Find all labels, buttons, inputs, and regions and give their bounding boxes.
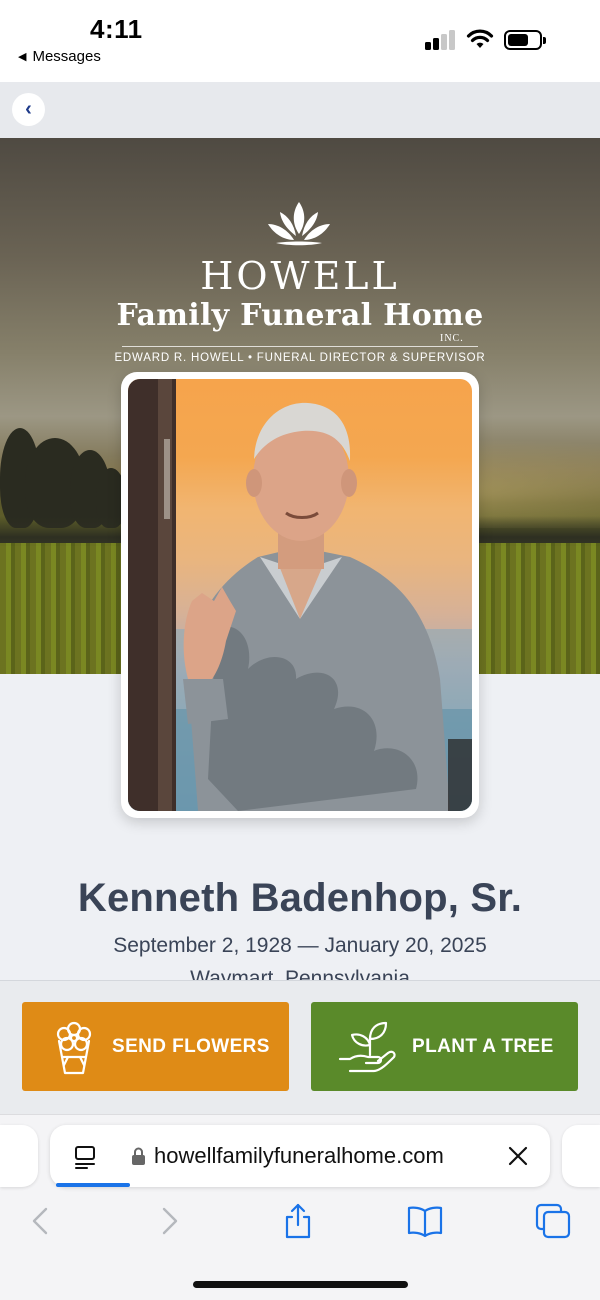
browser-toolbar: [0, 1203, 600, 1243]
address-bar[interactable]: howellfamilyfuneralhome.com: [50, 1125, 550, 1187]
page-back-button[interactable]: ‹: [12, 93, 45, 126]
battery-icon: [504, 30, 546, 50]
plant-a-tree-button[interactable]: PLANT A TREE: [311, 1002, 578, 1091]
logo-divider: [122, 346, 478, 347]
back-to-messages-button[interactable]: ◀ Messages: [18, 48, 101, 65]
plant-a-tree-label: PLANT A TREE: [412, 1035, 554, 1057]
back-triangle-icon: ◀: [18, 51, 27, 63]
home-indicator[interactable]: [193, 1281, 408, 1288]
status-time: 4:11: [90, 14, 143, 44]
lotus-icon: [268, 202, 330, 246]
send-flowers-button[interactable]: SEND FLOWERS: [22, 1002, 289, 1091]
back-arrow-icon[interactable]: [22, 1203, 58, 1239]
location: Waymart, Pennsylvania: [0, 966, 600, 980]
forward-arrow-icon[interactable]: [152, 1203, 188, 1239]
lock-icon: [132, 1147, 145, 1165]
share-icon[interactable]: [280, 1203, 316, 1239]
logo-inc: INC.: [440, 333, 464, 344]
deceased-name: Kenneth Badenhop, Sr.: [77, 876, 523, 920]
back-app-label: Messages: [32, 48, 101, 65]
send-flowers-label: SEND FLOWERS: [112, 1035, 270, 1057]
page-load-progress: [56, 1183, 130, 1187]
bookmarks-icon[interactable]: [407, 1203, 443, 1239]
close-icon[interactable]: [508, 1146, 528, 1166]
status-bar: 4:11 ◀ Messages: [0, 0, 600, 82]
life-dates: September 2, 1928 — January 20, 2025: [113, 934, 487, 957]
previous-tab-peek[interactable]: [0, 1125, 38, 1187]
location-text: Waymart, Pennsylvania: [190, 967, 410, 980]
portrait-photo[interactable]: [128, 379, 472, 811]
logo-tagline: EDWARD R. HOWELL • FUNERAL DIRECTOR & SU…: [114, 352, 486, 364]
logo-family-funeral-home: Family Funeral Home: [116, 298, 484, 333]
logo-howell: HOWELL: [200, 254, 400, 298]
cellular-signal-icon: [425, 30, 457, 50]
hand-seedling-icon: [338, 1021, 396, 1072]
url-text: howellfamilyfuneralhome.com: [154, 1143, 444, 1168]
action-bar: SEND FLOWERS PLANT A TREE: [0, 980, 600, 1114]
tabs-icon[interactable]: [535, 1203, 571, 1239]
flower-bouquet-icon: [56, 1021, 92, 1074]
reader-mode-icon[interactable]: [74, 1145, 96, 1169]
browser-chrome: howellfamilyfuneralhome.com: [0, 1114, 600, 1300]
wifi-icon: [466, 29, 494, 48]
page-nav-bar: ‹: [0, 82, 600, 138]
next-tab-peek[interactable]: [562, 1125, 600, 1187]
